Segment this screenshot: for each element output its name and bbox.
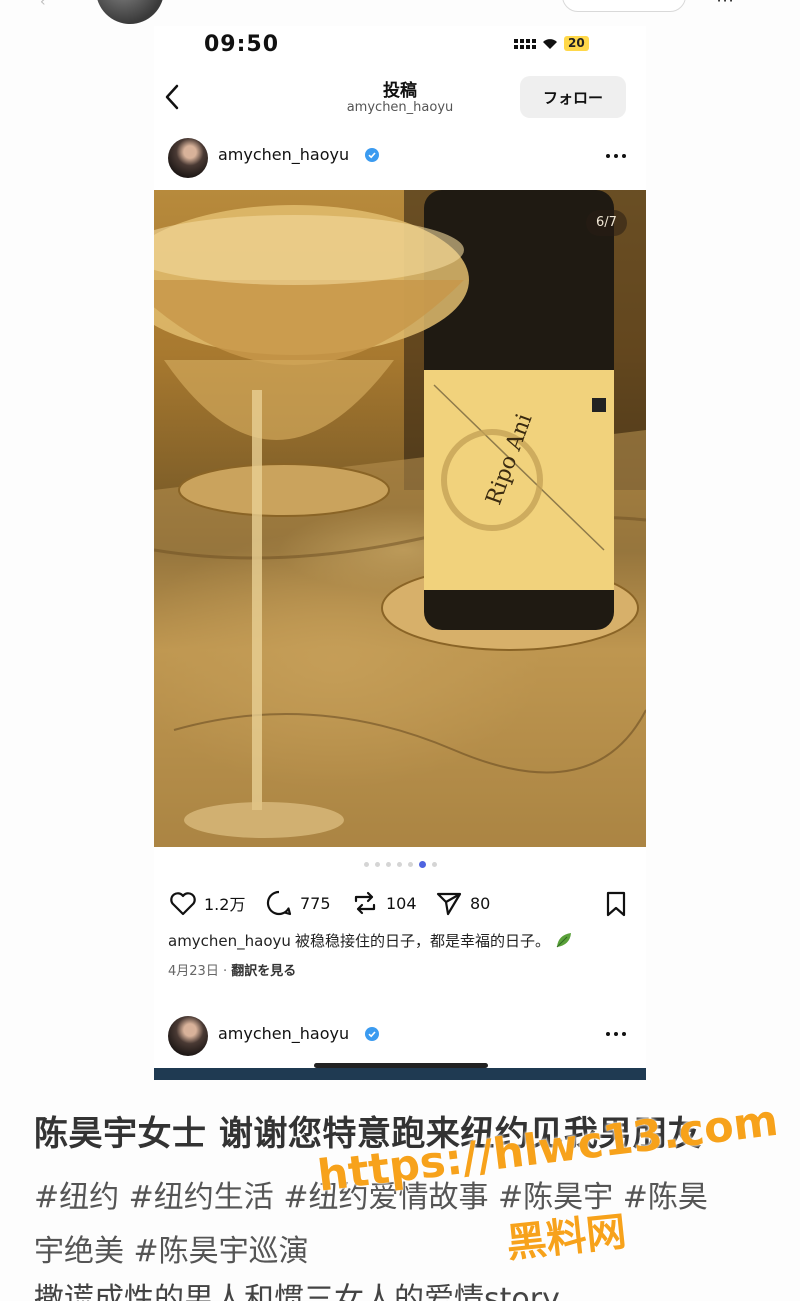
verified-badge-icon [365, 148, 379, 162]
like-button[interactable]: 1.2万 [168, 888, 245, 918]
outer-back-icon[interactable]: ‹ [40, 0, 46, 10]
follow-button[interactable]: フォロー [520, 76, 626, 118]
carousel-dot [407, 862, 413, 867]
post-username[interactable]: amychen_haoyu [218, 145, 349, 164]
carousel-dot [363, 862, 369, 867]
outer-more-icon[interactable]: ⋯ [716, 0, 734, 11]
carousel-dot-active [418, 861, 426, 868]
heart-icon [170, 892, 196, 916]
repost-count: 104 [386, 893, 417, 913]
next-post-author-row: amychen_haoyu [154, 1010, 646, 1070]
outer-top-bar: ‹ ⋯ [0, 0, 800, 26]
share-button[interactable]: 80 [434, 888, 490, 918]
outer-avatar[interactable] [96, 0, 164, 24]
repost-icon [354, 891, 376, 915]
send-icon [436, 892, 462, 916]
caption-text: 被稳稳接住的日子，都是幸福的日子。 [294, 932, 550, 950]
caption-username[interactable]: amychen_haoyu [168, 932, 291, 950]
translate-link[interactable]: 翻訳を見る [231, 964, 296, 979]
battery-icon: 20 [564, 36, 589, 51]
more-options-icon[interactable] [606, 154, 626, 158]
article-body: 撒谎成性的男人和惯三女人的爱情story [34, 1282, 560, 1301]
carousel-dot [385, 862, 391, 867]
post-photo[interactable]: Ripo Ani 6/7 [154, 190, 646, 847]
post-caption: amychen_haoyu 被稳稳接住的日子，都是幸福的日子。 [168, 930, 638, 951]
home-indicator [314, 1063, 488, 1068]
status-icons: 20 [514, 36, 589, 51]
like-count: 1.2万 [204, 895, 246, 914]
next-post-photo[interactable] [154, 1068, 646, 1080]
wifi-icon [543, 38, 557, 49]
avatar[interactable] [168, 1016, 208, 1056]
post-date: 4月23日 [168, 964, 219, 979]
more-options-icon[interactable] [606, 1032, 626, 1036]
comment-bubble-icon [266, 890, 292, 916]
embedded-screenshot: 09:50 20 投稿 amychen_haoyu フォロー amychen_h… [154, 26, 646, 1080]
signal-icon [514, 38, 536, 49]
outer-follow-button[interactable] [562, 0, 686, 12]
hashtags-line-2[interactable]: 宇绝美 #陈昊宇巡演 [34, 1226, 309, 1270]
bookmark-icon[interactable] [602, 890, 630, 918]
comment-count: 775 [300, 893, 331, 913]
post-header: 投稿 amychen_haoyu フォロー [154, 70, 646, 126]
image-counter: 6/7 [586, 210, 627, 236]
post-meta: 4月23日 · 翻訳を見る [168, 964, 297, 979]
verified-badge-icon [365, 1027, 379, 1041]
carousel-dot [374, 862, 380, 867]
carousel-dots [154, 861, 646, 868]
carousel-dot [396, 862, 402, 867]
carousel-dot [431, 862, 437, 867]
avatar[interactable] [168, 138, 208, 178]
comment-button[interactable]: 775 [264, 888, 331, 918]
next-post-username[interactable]: amychen_haoyu [218, 1024, 349, 1043]
wine-photo-illustration: Ripo Ani [154, 190, 646, 847]
watermark-site-name: 黑料网 [504, 1208, 629, 1268]
action-bar: 1.2万 775 104 80 [154, 884, 646, 920]
leaf-emoji-icon [556, 933, 571, 948]
share-count: 80 [470, 893, 491, 913]
status-time: 09:50 [204, 32, 280, 57]
repost-button[interactable]: 104 [350, 888, 417, 918]
status-bar: 09:50 20 [154, 26, 646, 66]
